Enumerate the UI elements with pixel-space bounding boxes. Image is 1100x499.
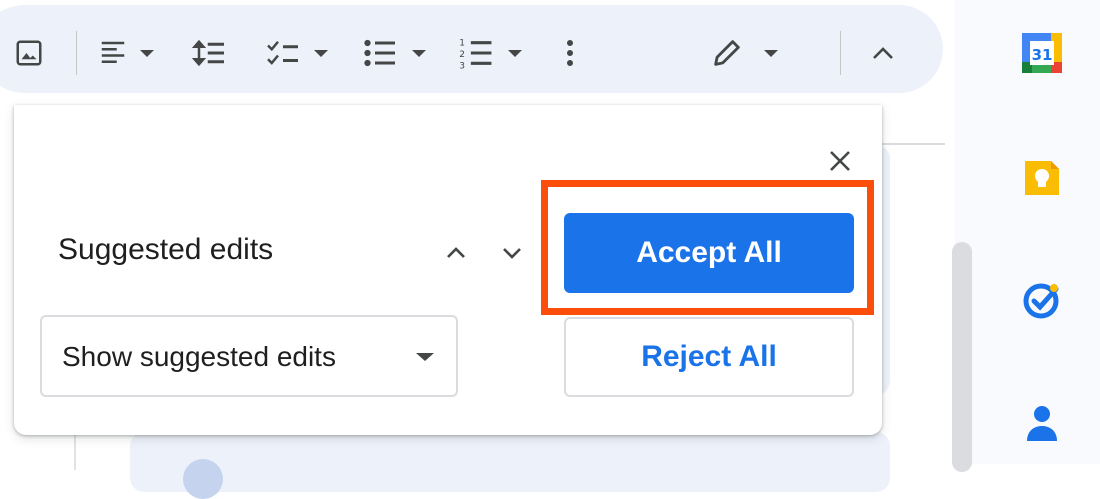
toolbar-divider — [76, 31, 77, 75]
svg-text:1: 1 — [459, 38, 465, 48]
view-mode-select[interactable]: Show suggested edits — [40, 315, 458, 397]
chevron-down-icon — [764, 49, 778, 57]
svg-text:2: 2 — [459, 50, 465, 60]
chevron-down-icon — [314, 49, 328, 57]
page-divider — [880, 143, 945, 145]
formatting-toolbar: 1 23 — [0, 5, 943, 93]
previous-suggestion-button[interactable] — [442, 239, 470, 267]
calendar-day: 31 — [1032, 46, 1053, 64]
accept-all-button[interactable]: Accept All — [564, 213, 854, 293]
tasks-icon[interactable] — [1021, 279, 1063, 321]
keep-icon[interactable] — [1021, 157, 1063, 199]
chevron-down-icon — [412, 49, 426, 57]
panel-title: Suggested edits — [58, 233, 274, 266]
align-left-icon — [101, 41, 125, 63]
checklist-icon — [267, 40, 298, 65]
chevron-down-icon — [416, 353, 434, 361]
suggested-edits-panel: Suggested edits Accept All Reject All Sh… — [14, 105, 882, 435]
pencil-icon — [714, 40, 740, 66]
more-options-icon[interactable] — [566, 33, 574, 73]
avatar — [183, 459, 223, 499]
toolbar-divider — [840, 31, 841, 75]
chevron-down-icon — [503, 248, 521, 259]
line-spacing-icon[interactable] — [190, 33, 228, 73]
bulleted-list-icon — [364, 39, 395, 67]
checklist-dropdown[interactable] — [264, 33, 328, 73]
next-suggestion-button[interactable] — [498, 239, 526, 267]
numbered-list-dropdown[interactable]: 1 23 — [458, 33, 522, 73]
scrollbar[interactable] — [952, 242, 972, 472]
chevron-up-icon — [447, 247, 465, 258]
insert-image-icon[interactable] — [14, 33, 44, 73]
chevron-down-icon — [140, 49, 154, 57]
chevron-down-icon — [508, 49, 522, 57]
svg-text:3: 3 — [459, 61, 465, 70]
editing-mode-dropdown[interactable] — [710, 33, 778, 73]
contacts-icon[interactable] — [1021, 401, 1063, 443]
collapse-toolbar-icon[interactable] — [870, 33, 896, 73]
calendar-icon[interactable]: 31 — [1021, 32, 1063, 74]
comment-card — [130, 432, 890, 492]
numbered-list-icon: 1 23 — [459, 38, 492, 70]
reject-all-button[interactable]: Reject All — [564, 317, 854, 397]
bulleted-list-dropdown[interactable] — [362, 33, 426, 73]
close-icon[interactable] — [826, 147, 854, 175]
align-dropdown[interactable] — [96, 33, 154, 73]
view-mode-selected: Show suggested edits — [62, 341, 336, 372]
